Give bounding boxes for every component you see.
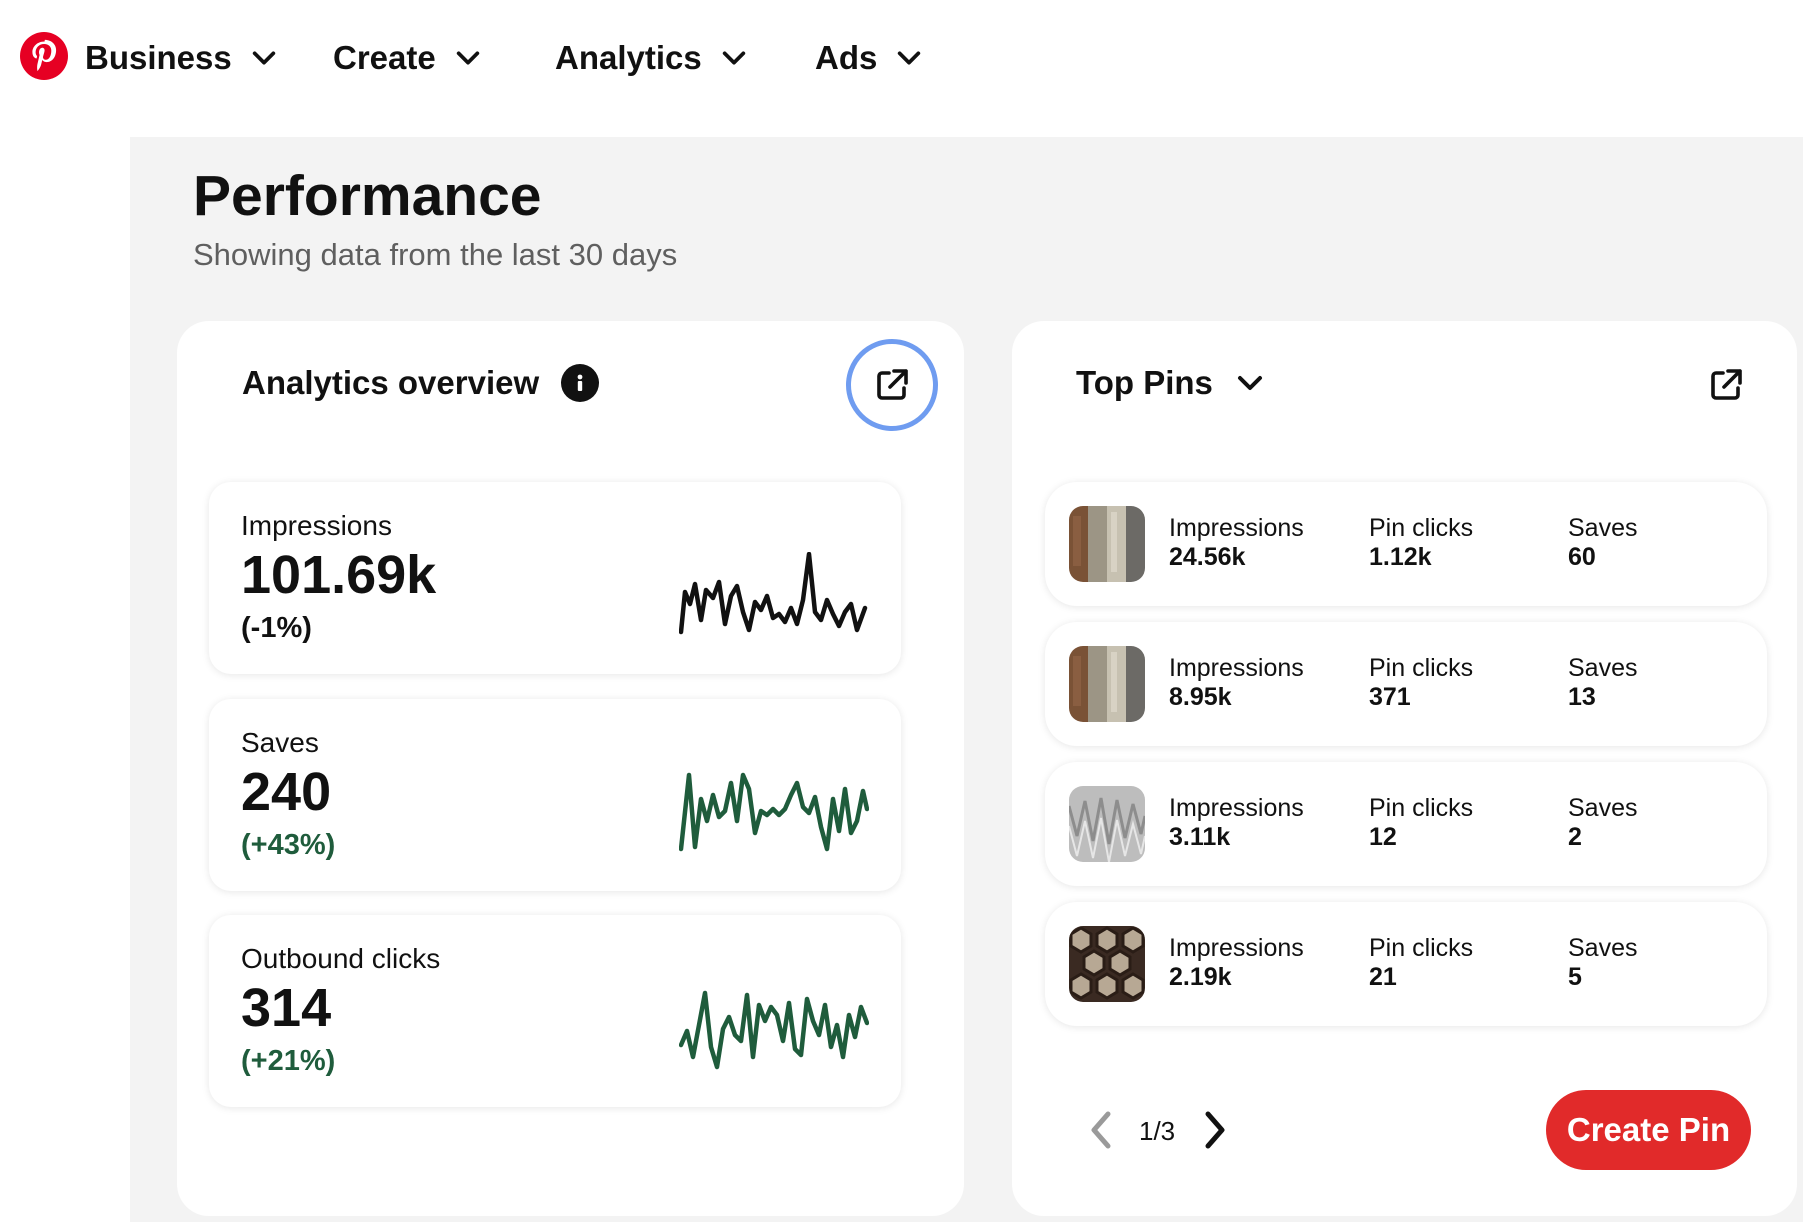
top-pins-title: Top Pins [1076,364,1213,401]
pin-clicks: Pin clicks 1.12k [1369,514,1473,572]
analytics-overview-title: Analytics overview [242,364,540,401]
stat-value: 5 [1568,963,1582,991]
impressions-sparkline [679,552,868,635]
nav-ads-label: Ads [815,39,878,76]
pin-saves: Saves 60 [1568,514,1637,572]
open-top-pins-button[interactable] [1680,339,1772,431]
metric-value: 101.69k [241,545,437,605]
pinterest-logo-icon[interactable] [20,32,68,80]
stat-label: Pin clicks [1369,934,1474,962]
saves-sparkline [679,772,869,852]
create-pin-button[interactable]: Create Pin [1546,1090,1751,1170]
stat-label: Impressions [1169,934,1304,962]
chevron-down-icon [898,51,921,65]
pin-impressions: Impressions 2.19k [1169,934,1304,992]
top-pin-row[interactable]: Impressions 3.11k Pin clicks 12 Saves 2 [1045,762,1767,886]
nav-business-menu[interactable]: Business [85,36,278,80]
next-page-icon[interactable] [1196,1110,1232,1150]
chevron-down-icon [722,51,745,65]
stat-value: 2.19k [1169,963,1232,991]
chevron-down-icon [252,51,275,65]
nav-ads-menu[interactable]: Ads [815,36,923,80]
stat-value: 8.95k [1169,683,1232,711]
stat-value: 3.11k [1169,823,1231,851]
pin-impressions: Impressions 24.56k [1169,514,1304,572]
top-pin-row[interactable]: Impressions 8.95k Pin clicks 371 Saves 13 [1045,622,1767,746]
metric-change: (+43%) [241,829,336,861]
chevron-down-icon [1237,376,1262,390]
previous-page-icon[interactable] [1084,1110,1120,1150]
pin-saves: Saves 13 [1568,654,1637,712]
stat-label: Impressions [1169,654,1304,682]
outbound-clicks-sparkline [679,990,869,1070]
pagination-indicator: 1/3 [1139,1116,1176,1146]
pin-thumbnail [1069,926,1145,1002]
pin-impressions: Impressions 8.95k [1169,654,1304,712]
stat-label: Impressions [1169,514,1304,542]
stat-value: 1.12k [1369,543,1432,571]
metric-card-saves[interactable]: Saves 240 (+43%) [209,699,901,891]
metric-label: Saves [241,727,319,758]
page-title: Performance [193,164,542,228]
pin-thumbnail [1069,506,1145,582]
stat-label: Pin clicks [1369,514,1474,542]
metric-value: 314 [241,978,332,1038]
nav-analytics-label: Analytics [555,39,702,76]
stat-label: Pin clicks [1369,654,1474,682]
metric-label: Impressions [241,510,392,541]
stat-label: Saves [1568,794,1638,822]
stat-label: Pin clicks [1369,794,1474,822]
pin-saves: Saves 2 [1568,794,1637,852]
pin-clicks: Pin clicks 12 [1369,794,1473,852]
stat-value: 60 [1568,543,1596,571]
nav-create-menu[interactable]: Create [333,36,482,80]
stat-label: Saves [1568,934,1638,962]
external-link-icon [1711,369,1742,400]
top-pin-row[interactable]: Impressions 2.19k Pin clicks 21 Saves 5 [1045,902,1767,1026]
metric-label: Outbound clicks [241,943,441,974]
chevron-down-icon [456,51,479,65]
pin-saves: Saves 5 [1568,934,1637,992]
info-icon[interactable] [561,364,600,402]
page-subtitle: Showing data from the last 30 days [193,237,678,272]
metric-card-outbound-clicks[interactable]: Outbound clicks 314 (+21%) [209,915,901,1107]
nav-business-label: Business [85,39,232,76]
metric-value: 240 [241,762,332,822]
stat-value: 13 [1568,683,1596,711]
nav-analytics-menu[interactable]: Analytics [555,36,748,80]
stat-label: Saves [1568,654,1638,682]
analytics-overview-header: Analytics overview [242,364,600,402]
stat-value: 2 [1568,823,1582,851]
metric-card-impressions[interactable]: Impressions 101.69k (-1%) [209,482,901,674]
top-pin-row[interactable]: Impressions 24.56k Pin clicks 1.12k Saves 6… [1045,482,1767,606]
metric-change: (-1%) [241,612,312,644]
metric-change: (+21%) [241,1045,336,1077]
stat-value: 371 [1369,683,1411,711]
pin-clicks: Pin clicks 371 [1369,654,1473,712]
stat-label: Impressions [1169,794,1304,822]
stat-value: 12 [1369,823,1397,851]
pin-impressions: Impressions 3.11k [1169,794,1304,852]
pin-thumbnail [1069,646,1145,722]
pin-thumbnail [1069,786,1145,862]
stat-value: 24.56k [1169,543,1246,571]
external-link-icon [877,369,908,400]
top-navigation: Business Create Analytics Ads [0,0,1803,136]
open-analytics-button[interactable] [846,339,938,431]
stat-label: Saves [1568,514,1638,542]
nav-create-label: Create [333,39,436,76]
top-pins-dropdown[interactable]: Top Pins [1076,364,1265,402]
pin-clicks: Pin clicks 21 [1369,934,1473,992]
stat-value: 21 [1369,963,1397,991]
